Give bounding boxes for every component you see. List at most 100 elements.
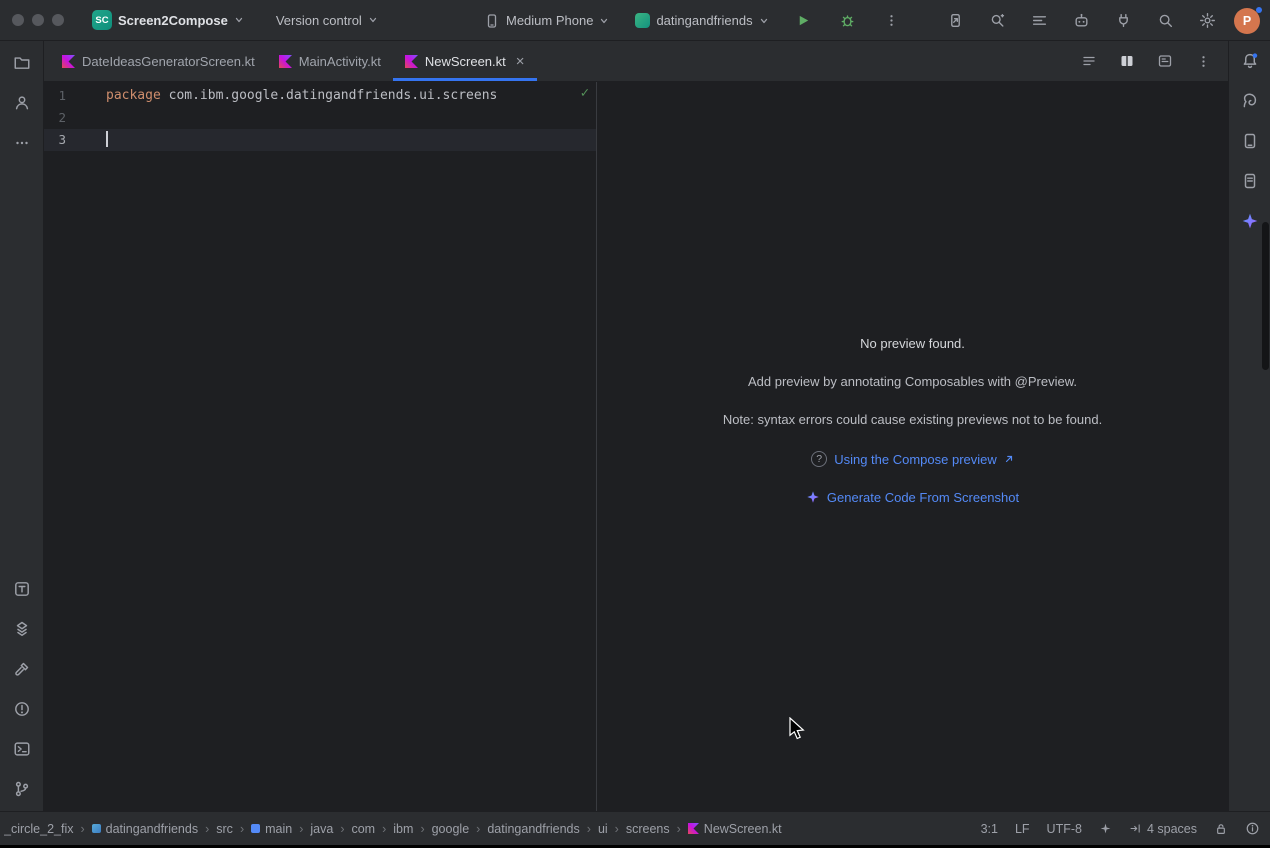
external-link-icon bbox=[1004, 454, 1014, 464]
minimize-window-button[interactable] bbox=[32, 14, 44, 26]
code-editor[interactable]: 1 package com.ibm.google.datingandfriend… bbox=[44, 82, 596, 811]
breadcrumb-label: _circle_2_fix bbox=[4, 822, 73, 836]
ai-assistant-button[interactable] bbox=[1234, 205, 1266, 237]
breadcrumb-item[interactable]: main bbox=[251, 822, 292, 836]
indent-icon bbox=[1129, 822, 1142, 835]
version-control-widget[interactable]: Version control bbox=[270, 9, 384, 32]
caret-position-widget[interactable]: 3:1 bbox=[981, 822, 998, 836]
run-config-label: datingandfriends bbox=[656, 13, 752, 28]
breadcrumb-separator: › bbox=[205, 822, 209, 836]
breadcrumb-label: main bbox=[265, 822, 292, 836]
code-line-current[interactable]: 3 bbox=[44, 129, 596, 151]
compose-preview-help-link[interactable]: ? Using the Compose preview bbox=[811, 450, 1014, 468]
device-explorer-button[interactable] bbox=[1234, 165, 1266, 197]
settings-button[interactable] bbox=[1192, 6, 1222, 36]
breadcrumb-label: src bbox=[216, 822, 233, 836]
device-explorer-icon bbox=[1241, 172, 1259, 190]
logcat-button[interactable] bbox=[1024, 6, 1054, 36]
breadcrumb-item[interactable]: ui bbox=[598, 822, 608, 836]
breadcrumb-separator: › bbox=[420, 822, 424, 836]
breadcrumb-item-file[interactable]: NewScreen.kt bbox=[688, 822, 782, 836]
chevron-down-icon bbox=[368, 15, 378, 25]
code-line[interactable]: 1 package com.ibm.google.datingandfriend… bbox=[44, 85, 596, 107]
breadcrumb-item[interactable]: datingandfriends bbox=[92, 822, 198, 836]
project-widget[interactable]: SC Screen2Compose bbox=[86, 6, 250, 34]
breadcrumb-separator: › bbox=[240, 822, 244, 836]
breadcrumb-item[interactable]: google bbox=[432, 822, 470, 836]
encoding-widget[interactable]: UTF-8 bbox=[1047, 822, 1082, 836]
build-tool-button[interactable] bbox=[6, 653, 38, 685]
collaboration-tool-button[interactable] bbox=[6, 87, 38, 119]
breadcrumb-label: datingandfriends bbox=[487, 822, 579, 836]
device-mirroring-button[interactable] bbox=[940, 6, 970, 36]
terminal-tool-button[interactable] bbox=[6, 733, 38, 765]
device-mirroring-icon bbox=[947, 12, 964, 29]
breadcrumb-item[interactable]: _circle_2_fix bbox=[4, 822, 73, 836]
tab-newscreen[interactable]: NewScreen.kt × bbox=[393, 41, 537, 81]
search-icon bbox=[1157, 12, 1174, 29]
project-tool-button[interactable] bbox=[6, 47, 38, 79]
indent-widget[interactable]: 4 spaces bbox=[1129, 822, 1197, 836]
breadcrumb-item[interactable]: src bbox=[216, 822, 233, 836]
breadcrumb-item[interactable]: ibm bbox=[393, 822, 413, 836]
preview-message-note: Note: syntax errors could cause existing… bbox=[723, 412, 1102, 430]
module-icon bbox=[92, 824, 101, 833]
breadcrumb-separator: › bbox=[615, 822, 619, 836]
code-search-button[interactable] bbox=[982, 6, 1012, 36]
zoom-window-button[interactable] bbox=[52, 14, 64, 26]
chevron-down-icon bbox=[599, 16, 609, 26]
help-icon: ? bbox=[811, 451, 827, 467]
code-line[interactable]: 2 bbox=[44, 107, 596, 129]
breadcrumb-item[interactable]: java bbox=[310, 822, 333, 836]
editor-split: 1 package com.ibm.google.datingandfriend… bbox=[44, 82, 1228, 811]
editor-tab-bar: DateIdeasGeneratorScreen.kt MainActivity… bbox=[44, 41, 1228, 82]
close-tab-button[interactable]: × bbox=[516, 54, 525, 69]
version-control-tool-button[interactable] bbox=[6, 773, 38, 805]
code-token: com.ibm.google.datingandfriends.ui.scree… bbox=[161, 88, 498, 103]
notifications-button[interactable] bbox=[1234, 45, 1266, 77]
gradle-tool-button[interactable] bbox=[1234, 85, 1266, 117]
debug-button[interactable] bbox=[833, 6, 863, 36]
code-view-button[interactable] bbox=[1074, 46, 1104, 76]
notification-dot bbox=[1256, 7, 1262, 13]
close-window-button[interactable] bbox=[12, 14, 24, 26]
device-connect-button[interactable] bbox=[1108, 6, 1138, 36]
run-button[interactable] bbox=[789, 6, 819, 36]
more-actions-button[interactable] bbox=[877, 6, 907, 36]
more-tools-button[interactable] bbox=[6, 127, 38, 159]
kebab-menu-icon bbox=[884, 13, 899, 28]
line-separator-widget[interactable]: LF bbox=[1015, 822, 1030, 836]
project-icon: SC bbox=[92, 10, 112, 30]
inspections-ok-icon[interactable]: ✓ bbox=[581, 86, 589, 100]
compose-preview-panel: No preview found. Add preview by annotat… bbox=[596, 82, 1228, 811]
search-everywhere-button[interactable] bbox=[1150, 6, 1180, 36]
editor-options-button[interactable] bbox=[1188, 46, 1218, 76]
breadcrumb-label: com bbox=[351, 822, 375, 836]
chevron-down-icon bbox=[759, 16, 769, 26]
gemini-button[interactable] bbox=[1066, 6, 1096, 36]
breadcrumb-item[interactable]: datingandfriends bbox=[487, 822, 579, 836]
design-view-button[interactable] bbox=[1150, 46, 1180, 76]
generate-link-label: Generate Code From Screenshot bbox=[827, 490, 1019, 505]
build-variants-tool-button[interactable] bbox=[6, 613, 38, 645]
breadcrumb-item[interactable]: screens bbox=[626, 822, 670, 836]
breadcrumb-item[interactable]: com bbox=[351, 822, 375, 836]
write-access-widget[interactable] bbox=[1214, 822, 1228, 836]
device-selector[interactable]: Medium Phone bbox=[478, 9, 615, 33]
info-widget[interactable] bbox=[1245, 821, 1260, 836]
device-manager-button[interactable] bbox=[1234, 125, 1266, 157]
tab-mainactivity[interactable]: MainActivity.kt bbox=[267, 41, 393, 81]
run-config-selector[interactable]: datingandfriends bbox=[629, 9, 774, 32]
design-view-icon bbox=[1157, 53, 1173, 69]
scrollbar-thumb[interactable] bbox=[1262, 222, 1269, 370]
window-controls bbox=[12, 14, 64, 26]
ai-sparkle-icon bbox=[806, 490, 820, 504]
ui-check-tool-button[interactable] bbox=[6, 573, 38, 605]
split-view-button[interactable] bbox=[1112, 46, 1142, 76]
problems-tool-button[interactable] bbox=[6, 693, 38, 725]
tab-dateideasgeneratorscreen[interactable]: DateIdeasGeneratorScreen.kt bbox=[50, 41, 267, 81]
kebab-menu-icon bbox=[1196, 54, 1211, 69]
user-avatar[interactable]: P bbox=[1234, 8, 1260, 34]
ai-status-widget[interactable] bbox=[1099, 822, 1112, 835]
generate-code-from-screenshot-link[interactable]: Generate Code From Screenshot bbox=[806, 488, 1019, 506]
